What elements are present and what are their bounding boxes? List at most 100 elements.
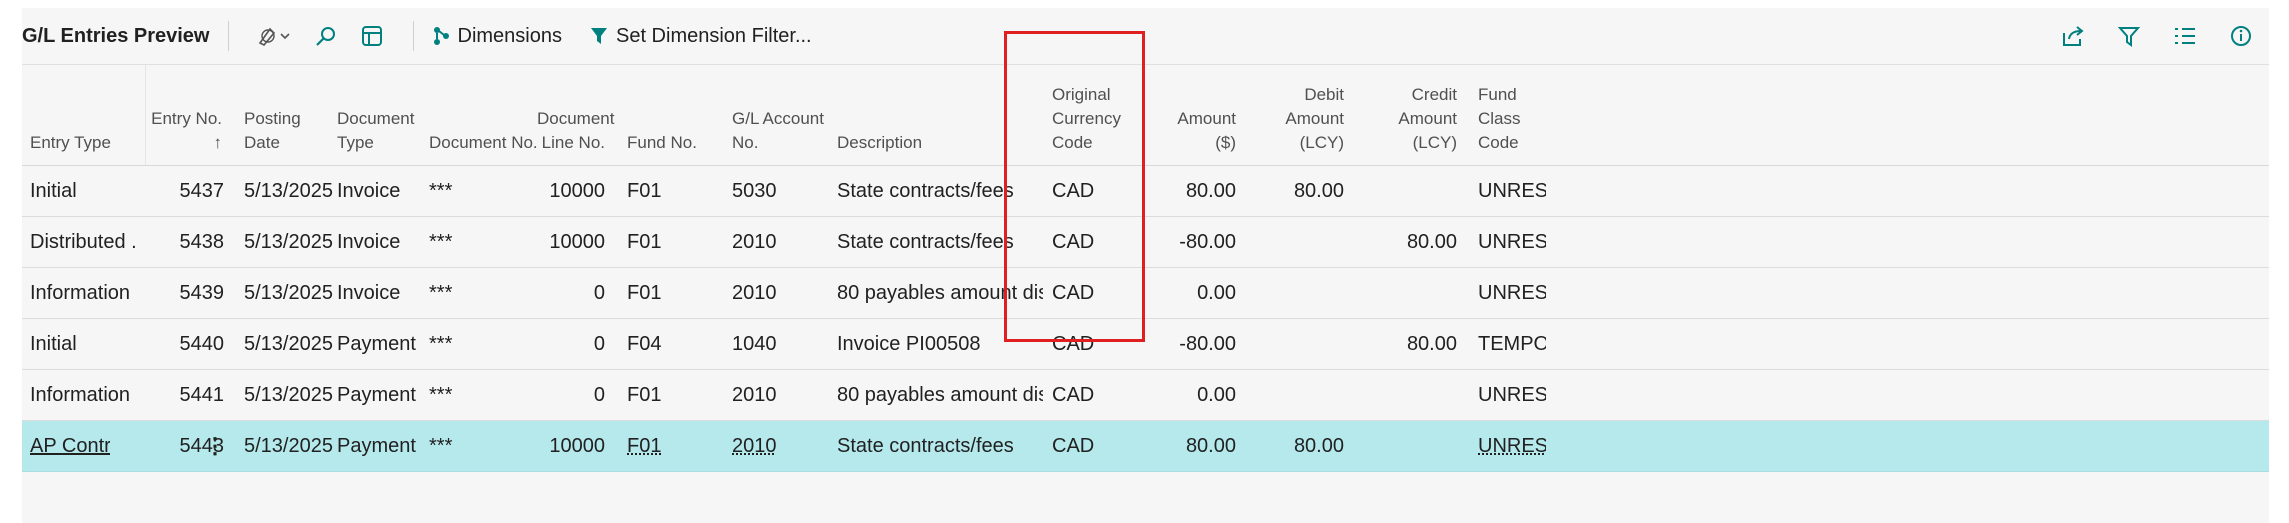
cell-amount: 0.00 bbox=[1197, 384, 1236, 406]
cell-document-line-no: 0 bbox=[593, 384, 605, 406]
cell-document-line-no: 10000 bbox=[549, 231, 605, 253]
table-row[interactable]: Information 5439 5/13/2025 Invoice *** 0 F01 20… bbox=[22, 268, 2269, 319]
toolbar: G/L Entries Preview Dimensions Set Dimen… bbox=[22, 8, 2269, 64]
cell-document-type: Payment bbox=[337, 384, 416, 406]
cell-entry-type: Initial bbox=[30, 180, 77, 202]
cell-posting-date: 5/13/2025 bbox=[244, 333, 333, 355]
row-actions-menu-icon[interactable]: ⋮ bbox=[204, 421, 226, 471]
cell-fund-no: F01 bbox=[627, 282, 662, 304]
column-header-description[interactable]: Description bbox=[837, 131, 957, 155]
search-icon[interactable] bbox=[311, 21, 341, 51]
dimensions-label: Dimensions bbox=[457, 24, 562, 47]
column-header-document-type[interactable]: Document Type bbox=[337, 107, 417, 155]
cell-document-line-no: 0 bbox=[593, 333, 605, 355]
cell-description: State contracts/fees bbox=[837, 231, 1014, 253]
cell-entry-no: 5441 bbox=[179, 384, 225, 406]
cell-gl-account-no[interactable]: 2010 bbox=[732, 421, 822, 471]
set-dimension-filter-button[interactable]: Set Dimension Filter... bbox=[590, 25, 812, 48]
cell-description: State contracts/fees bbox=[837, 435, 1014, 457]
table-row[interactable]: Initial 5440 5/13/2025 Payment *** 0 F04 1040 In… bbox=[22, 319, 2269, 370]
cell-fund-no: F01 bbox=[627, 231, 662, 253]
column-header-debit-amount[interactable]: Debit Amount (LCY) bbox=[1252, 83, 1344, 155]
cell-document-type: Invoice bbox=[337, 231, 401, 253]
filter-icon bbox=[590, 28, 607, 44]
cell-gl-account-no: 1040 bbox=[732, 333, 777, 355]
table-row-selected[interactable]: AP Control54435/13/2025Payment***10000F0… bbox=[22, 421, 2269, 472]
cell-entry-type[interactable]: AP Control bbox=[30, 421, 110, 471]
cell-document-line-no: 10000 bbox=[549, 435, 605, 457]
cell-entry-no: 5439 bbox=[179, 282, 225, 304]
cell-original-currency-code: CAD bbox=[1052, 384, 1095, 406]
toolbar-right-actions bbox=[2045, 8, 2269, 64]
cell-fund-class-code: UNRESTRIC bbox=[1478, 231, 1546, 253]
table-row[interactable]: Distributed ... 5438 5/13/2025 Invoice *** 10… bbox=[22, 217, 2269, 268]
cell-entry-type: Distributed ... bbox=[30, 231, 138, 253]
cell-credit-amount: 80.00 bbox=[1406, 231, 1457, 253]
cell-amount: 80.00 bbox=[1185, 180, 1236, 202]
column-header-document-line-no[interactable]: Document Line No. bbox=[537, 107, 614, 155]
cell-document-no: *** bbox=[429, 282, 453, 304]
cell-fund-no: F01 bbox=[627, 384, 662, 406]
toolbar-separator bbox=[412, 21, 414, 51]
column-header-fund-no[interactable]: Fund No. bbox=[627, 131, 707, 155]
cell-original-currency-code: CAD bbox=[1052, 231, 1095, 253]
cell-fund-class-code: UNRESTRIC bbox=[1478, 180, 1546, 202]
cell-document-type: Payment bbox=[337, 435, 416, 457]
cell-gl-account-no: 5030 bbox=[732, 180, 777, 202]
cell-description: Invoice PI00508 bbox=[837, 333, 981, 355]
column-header-document-no[interactable]: Document No. bbox=[429, 131, 539, 155]
cell-posting-date: 5/13/2025 bbox=[244, 282, 333, 304]
cell-debit-amount bbox=[1252, 217, 1344, 267]
cell-original-currency-code: CAD bbox=[1052, 435, 1095, 457]
table-row[interactable]: Initial 5437 5/13/2025 Invoice *** 10000 F01 50… bbox=[22, 166, 2269, 217]
cell-description: State contracts/fees bbox=[837, 180, 1014, 202]
column-header-gl-account-no[interactable]: G/L Account No. bbox=[732, 107, 832, 155]
cell-fund-no: F04 bbox=[627, 333, 662, 355]
column-header-original-currency-code[interactable]: Original Currency Code bbox=[1052, 83, 1130, 155]
cell-credit-amount bbox=[1362, 421, 1457, 471]
gl-entries-preview-panel: G/L Entries Preview Dimensions Set Dimen… bbox=[22, 8, 2269, 523]
cell-fund-class-code: TEMPORAR bbox=[1478, 333, 1546, 355]
cell-credit-amount bbox=[1362, 166, 1457, 216]
cell-fund-class-code: UNRESTRIC bbox=[1478, 384, 1546, 406]
cell-debit-amount bbox=[1252, 370, 1344, 420]
info-icon[interactable] bbox=[2226, 21, 2256, 51]
cell-document-type: Payment bbox=[337, 333, 416, 355]
cell-posting-date: 5/13/2025 bbox=[244, 435, 333, 457]
cell-amount: 0.00 bbox=[1197, 282, 1236, 304]
layout-icon[interactable] bbox=[357, 21, 387, 51]
cell-document-line-no: 10000 bbox=[549, 180, 605, 202]
set-dimension-filter-label: Set Dimension Filter... bbox=[615, 24, 812, 47]
cell-original-currency-code: CAD bbox=[1052, 333, 1095, 355]
cell-original-currency-code: CAD bbox=[1052, 180, 1095, 202]
gl-entries-table: Entry Type Entry No. ↑ Posting Date Docu… bbox=[22, 65, 2269, 472]
cell-fund-class-code[interactable]: UNRESTRIC bbox=[1478, 421, 1546, 471]
cell-amount: -80.00 bbox=[1179, 231, 1236, 253]
filter-pane-icon[interactable] bbox=[2114, 21, 2144, 51]
table-row[interactable]: Information 5441 5/13/2025 Payment *** 0 F01 20… bbox=[22, 370, 2269, 421]
share-icon[interactable] bbox=[2058, 21, 2088, 51]
column-header-fund-class-code[interactable]: Fund Class Code bbox=[1478, 83, 1558, 155]
cell-document-no: *** bbox=[429, 231, 453, 253]
column-header-credit-amount[interactable]: Credit Amount (LCY) bbox=[1362, 83, 1457, 155]
column-header-posting-date[interactable]: Posting Date bbox=[244, 107, 339, 155]
cell-description: 80 payables amount distribute... bbox=[837, 282, 1043, 304]
cell-document-no: *** bbox=[429, 333, 453, 355]
page-title: G/L Entries Preview bbox=[22, 24, 210, 47]
cell-posting-date: 5/13/2025 bbox=[244, 231, 333, 253]
cell-entry-no: 5437 bbox=[179, 180, 225, 202]
column-header-entry-type[interactable]: Entry Type bbox=[30, 131, 140, 155]
edit-dropdown-icon[interactable] bbox=[255, 21, 295, 51]
dimensions-icon bbox=[433, 27, 449, 45]
cell-document-type: Invoice bbox=[337, 180, 401, 202]
cell-debit-amount bbox=[1252, 268, 1344, 318]
cell-credit-amount bbox=[1362, 268, 1457, 318]
cell-fund-no[interactable]: F01 bbox=[627, 421, 717, 471]
list-view-icon[interactable] bbox=[2170, 21, 2200, 51]
column-header-entry-no[interactable]: Entry No. ↑ bbox=[144, 107, 222, 155]
cell-gl-account-no: 2010 bbox=[732, 231, 777, 253]
cell-entry-type: Information bbox=[30, 282, 131, 304]
toolbar-separator bbox=[227, 21, 229, 51]
dimensions-button[interactable]: Dimensions bbox=[432, 25, 562, 48]
column-header-amount[interactable]: Amount ($) bbox=[1152, 107, 1236, 155]
